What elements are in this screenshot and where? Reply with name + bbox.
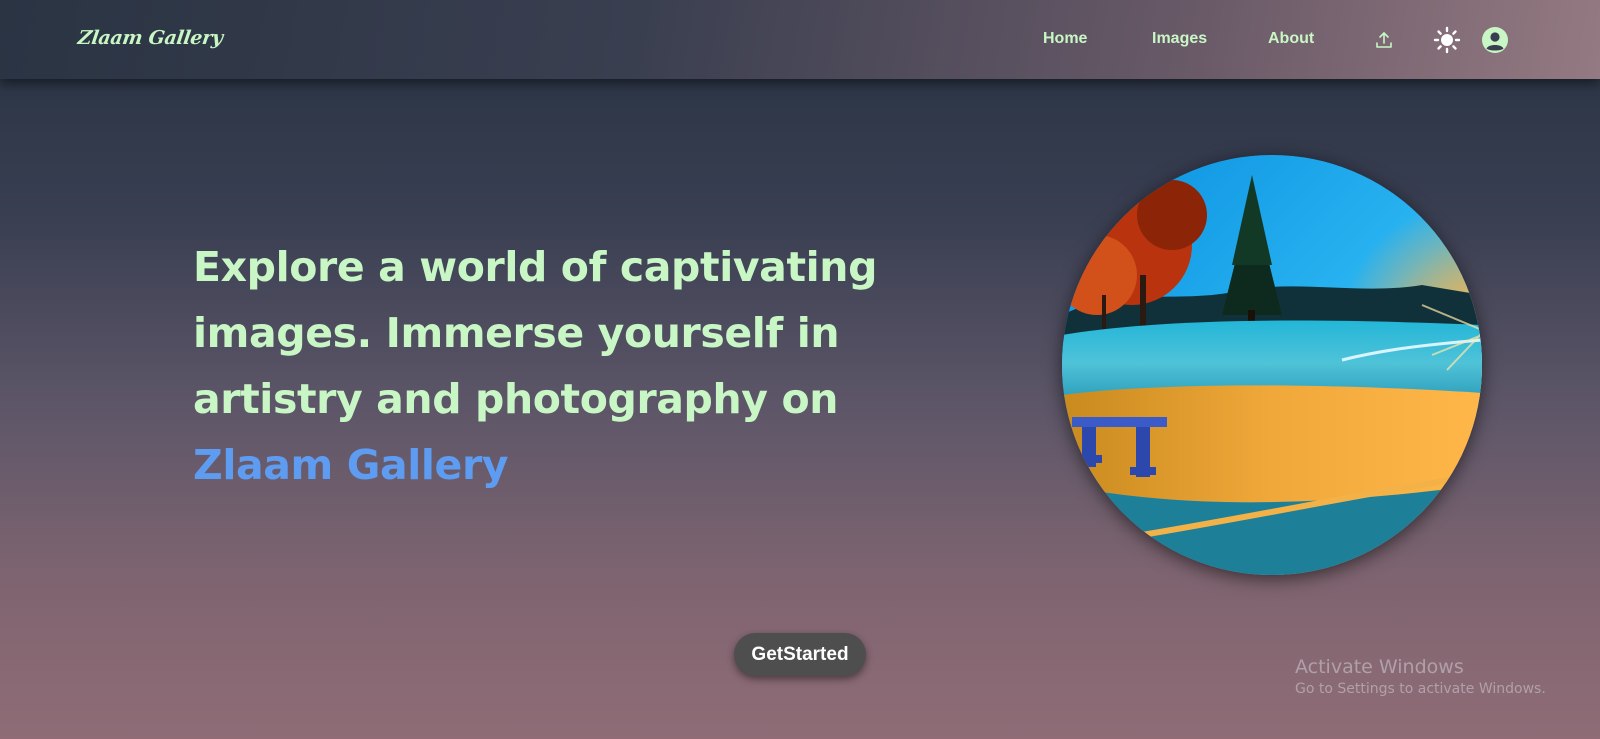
navbar: Zlaam Gallery Home Images About: [0, 0, 1600, 79]
nav-link-images[interactable]: Images: [1152, 30, 1207, 48]
nav-link-about[interactable]: About: [1268, 30, 1314, 48]
theme-toggle-sun-icon[interactable]: [1433, 26, 1461, 54]
activation-title: Activate Windows: [1295, 656, 1464, 678]
hero-headline-text: Explore a world of captivating images. I…: [193, 243, 878, 423]
get-started-button[interactable]: GetStarted: [734, 633, 866, 676]
site-logo[interactable]: Zlaam Gallery: [76, 27, 224, 49]
user-account-icon[interactable]: [1481, 26, 1509, 54]
windows-activation-watermark: Activate Windows Go to Settings to activ…: [1295, 655, 1546, 699]
activation-subtitle: Go to Settings to activate Windows.: [1295, 681, 1546, 697]
hero-brand-name: Zlaam Gallery: [193, 441, 509, 489]
nav-link-home[interactable]: Home: [1043, 30, 1087, 48]
upload-icon[interactable]: [1374, 30, 1394, 50]
hero-image: [1062, 155, 1482, 575]
hero-headline: Explore a world of captivating images. I…: [193, 234, 913, 498]
